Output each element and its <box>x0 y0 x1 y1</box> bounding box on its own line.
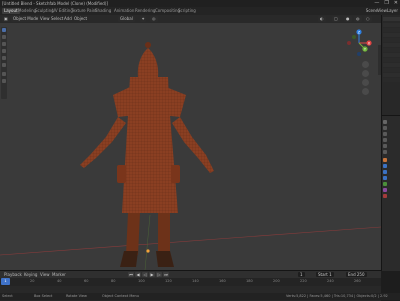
play-reverse-icon[interactable]: ◁ <box>142 272 148 277</box>
tool-props-icon[interactable] <box>383 120 387 124</box>
list-item[interactable] <box>383 78 400 82</box>
list-item[interactable] <box>383 73 400 77</box>
tick-label: 200 <box>273 279 280 283</box>
constraints-props-icon[interactable] <box>383 182 387 186</box>
workspace-menubar: Layout Modeling Sculpting UV Editing Tex… <box>0 7 400 15</box>
tick-label: 240 <box>327 279 334 283</box>
end-value: 250 <box>356 272 365 277</box>
tick-label: 80 <box>111 279 116 283</box>
output-props-icon[interactable] <box>383 132 387 136</box>
tab-scripting[interactable]: Scripting <box>176 8 198 14</box>
right-pouch <box>171 165 180 183</box>
tick-label: 20 <box>30 279 35 283</box>
world-props-icon[interactable] <box>383 150 387 154</box>
left-pouch <box>117 165 126 183</box>
texture-props-icon[interactable] <box>383 194 387 198</box>
list-item[interactable] <box>383 68 400 72</box>
status-context-hint: Object Context Menu <box>102 294 139 298</box>
material-props-icon[interactable] <box>383 188 387 192</box>
3d-viewport[interactable]: ▣ Object Mode View Select Add Object Glo… <box>0 15 381 270</box>
window-controls: — ❐ ✕ <box>374 0 398 6</box>
jump-end-icon[interactable]: ⏭ <box>163 272 169 277</box>
window-titlebar: [Untitled Blend - Sketchfab Model (Clone… <box>0 0 400 7</box>
list-item[interactable] <box>383 38 400 42</box>
scene-props-icon[interactable] <box>383 144 387 148</box>
status-rotate-hint: Rotate View <box>66 294 87 298</box>
tick-label: 60 <box>84 279 89 283</box>
start-frame-field[interactable]: Start 1 <box>316 272 334 277</box>
tick-label: 100 <box>138 279 145 283</box>
play-icon[interactable]: ▶ <box>149 272 155 277</box>
scene-statistics: Verts:5,822 | Faces:5,460 | Tris:10,734 … <box>286 294 388 298</box>
status-box-select-hint: Box Select <box>34 294 53 298</box>
left-leg <box>126 213 140 255</box>
list-item[interactable] <box>383 53 400 57</box>
view-layer-props-icon[interactable] <box>383 138 387 142</box>
tab-shading[interactable]: Shading <box>93 8 113 14</box>
end-label: End <box>348 272 356 277</box>
outliner-header[interactable] <box>383 17 400 21</box>
list-item[interactable] <box>383 58 400 62</box>
view-layer-selector[interactable]: ViewLayer <box>377 8 398 13</box>
tick-label: 140 <box>192 279 199 283</box>
tick-label: 180 <box>246 279 253 283</box>
armor-model[interactable] <box>0 15 381 270</box>
list-item[interactable] <box>383 28 400 32</box>
tick-label: 160 <box>219 279 226 283</box>
zoom-icon[interactable] <box>362 61 369 68</box>
jump-start-icon[interactable]: ⏮ <box>128 272 134 277</box>
close-button[interactable]: ✕ <box>394 0 398 6</box>
tick-label: 220 <box>300 279 307 283</box>
status-bar: Select Box Select Rotate View Object Con… <box>0 293 400 300</box>
maximize-button[interactable]: ❐ <box>384 0 388 6</box>
helmet-spike <box>145 42 151 48</box>
end-frame-field[interactable]: End 250 <box>346 272 367 277</box>
right-arm <box>172 117 214 173</box>
timeline-header: Playback Keying View Marker ⏮ ◀ ◁ ▶ ▷ ⏭ … <box>0 271 381 278</box>
start-value: 1 <box>329 272 332 277</box>
start-label: Start <box>318 272 328 277</box>
helmet <box>137 48 159 77</box>
list-item[interactable] <box>383 33 400 37</box>
next-key-icon[interactable]: ▷ <box>156 272 162 277</box>
particles-props-icon[interactable] <box>383 170 387 174</box>
left-boot <box>120 251 138 267</box>
list-item[interactable] <box>383 63 400 67</box>
frame-ruler[interactable]: 0 20 40 60 80 100 120 140 160 180 200 22… <box>0 278 381 286</box>
render-props-icon[interactable] <box>383 126 387 130</box>
window-title: [Untitled Blend - Sketchfab Model (Clone… <box>2 1 108 6</box>
tick-label: 40 <box>57 279 62 283</box>
scene-selector[interactable]: Scene <box>366 8 378 13</box>
list-item[interactable] <box>383 48 400 52</box>
object-props-icon[interactable] <box>383 158 387 162</box>
current-frame-field[interactable]: 1 <box>298 272 305 277</box>
navigation-gizmo[interactable]: Z X Y <box>345 29 373 57</box>
minimize-button[interactable]: — <box>374 0 379 6</box>
tick-label: 120 <box>165 279 172 283</box>
list-item[interactable] <box>383 23 400 27</box>
pan-hand-icon[interactable] <box>362 70 369 77</box>
properties-panel <box>381 115 400 271</box>
left-arm <box>80 117 126 168</box>
list-item[interactable] <box>383 43 400 47</box>
camera-view-icon[interactable] <box>362 79 369 86</box>
playhead[interactable]: 1 <box>1 278 10 285</box>
right-leg <box>158 213 170 255</box>
object-origin <box>146 249 150 253</box>
outliner-panel <box>381 15 400 115</box>
grid-perspective-icon[interactable] <box>362 88 369 95</box>
right-boot <box>156 251 174 267</box>
tick-label: 260 <box>354 279 361 283</box>
physics-props-icon[interactable] <box>383 176 387 180</box>
prev-key-icon[interactable]: ◀ <box>135 272 141 277</box>
status-select-hint: Select <box>2 294 13 298</box>
modifier-props-icon[interactable] <box>383 164 387 168</box>
